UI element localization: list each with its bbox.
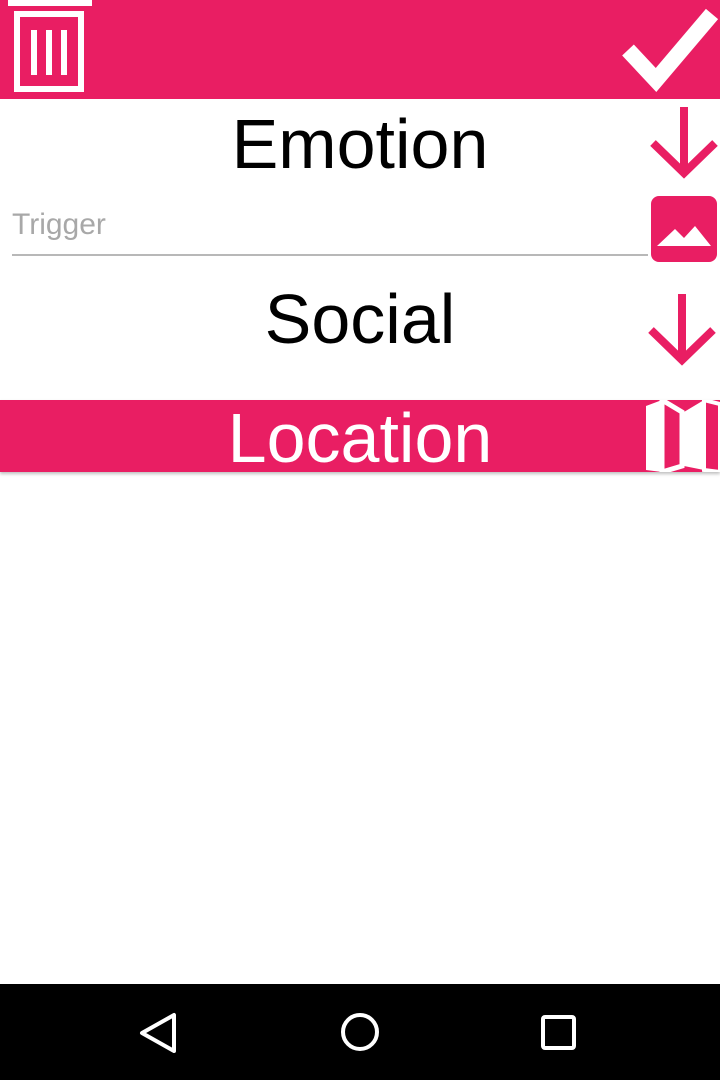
add-image-button[interactable] — [651, 196, 717, 262]
top-toolbar — [0, 0, 720, 99]
checkmark-icon — [622, 8, 719, 93]
social-title: Social — [264, 280, 456, 358]
trigger-input[interactable] — [12, 196, 648, 256]
emotion-title: Emotion — [231, 105, 489, 183]
home-button[interactable] — [335, 1008, 385, 1058]
map-icon — [644, 400, 720, 472]
home-circle-icon — [341, 1013, 379, 1051]
confirm-button[interactable] — [610, 0, 720, 99]
arrow-down-icon — [650, 107, 718, 179]
recents-button[interactable] — [534, 1008, 584, 1058]
location-button[interactable]: Location — [0, 400, 720, 476]
arrow-down-icon — [648, 294, 716, 366]
back-triangle-icon — [140, 1013, 176, 1053]
location-label: Location — [227, 399, 493, 477]
recents-square-icon — [541, 1015, 576, 1050]
system-navigation-bar — [0, 984, 720, 1080]
back-button[interactable] — [135, 1008, 185, 1058]
image-icon — [657, 226, 711, 246]
emotion-expand-button[interactable] — [648, 105, 720, 179]
social-expand-button[interactable] — [646, 292, 718, 366]
trash-icon — [8, 0, 92, 92]
delete-button[interactable] — [0, 0, 100, 99]
